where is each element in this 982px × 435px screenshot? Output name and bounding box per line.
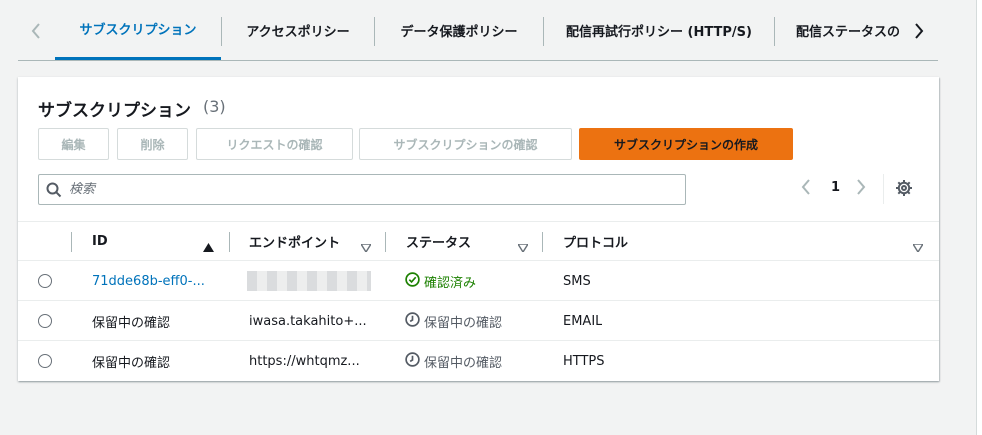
check-circle-icon	[405, 271, 420, 291]
clock-icon	[405, 351, 420, 371]
subscription-id-cell: 保留中の確認	[92, 315, 171, 331]
column-header-status[interactable]: ステータス	[406, 222, 471, 261]
status-badge: 確認済み	[405, 271, 476, 291]
column-header-endpoint[interactable]: エンドポイント	[249, 222, 340, 261]
column-divider	[229, 232, 230, 252]
pager-divider	[883, 174, 884, 204]
table-row[interactable]: 71dde68b-eff0-... 確認済み SMS	[18, 261, 939, 301]
subscription-id-link[interactable]: 71dde68b-eff0-...	[92, 261, 205, 301]
subscriptions-panel: サブスクリプション (3) 編集 削除 リクエストの確認 サブスクリプションの確…	[18, 77, 939, 381]
delete-button[interactable]: 削除	[117, 128, 188, 160]
clock-icon	[405, 311, 420, 331]
endpoint-cell: iwasa.takahito+...	[249, 313, 367, 329]
column-divider	[542, 232, 543, 252]
tab-bar: サブスクリプション アクセスポリシー データ保護ポリシー 配信再試行ポリシー (…	[18, 0, 938, 61]
search-field[interactable]	[38, 174, 686, 205]
status-cell: 保留中の確認	[405, 341, 502, 381]
chevron-left-icon[interactable]	[26, 20, 46, 42]
row-select-radio[interactable]	[38, 314, 52, 328]
sort-icon[interactable]	[911, 237, 925, 256]
tab-subscriptions[interactable]: サブスクリプション	[55, 0, 221, 60]
table-row[interactable]: 保留中の確認 iwasa.takahito+... 保留中の確認 EMAIL	[18, 301, 939, 341]
endpoint-cell: https://whtqmz...	[249, 353, 360, 369]
tab-delivery-status[interactable]: 配信ステータスの	[775, 0, 905, 60]
row-select-radio[interactable]	[38, 354, 52, 368]
status-cell: 確認済み	[405, 261, 476, 301]
tab-data-protection-policy[interactable]: データ保護ポリシー	[375, 0, 543, 60]
protocol-cell: SMS	[563, 273, 591, 289]
edit-button[interactable]: 編集	[38, 128, 109, 160]
sort-icon[interactable]	[359, 237, 373, 256]
redacted-endpoint	[247, 271, 371, 291]
row-select-radio[interactable]	[38, 274, 52, 288]
gear-icon[interactable]	[895, 179, 913, 201]
search-icon	[46, 182, 62, 202]
tab-delivery-retry-policy[interactable]: 配信再試行ポリシー (HTTP/S)	[544, 0, 774, 60]
create-subscription-button[interactable]: サブスクリプションの作成	[579, 128, 793, 160]
table-header: ID エンドポイント ステータス プロトコル	[18, 221, 939, 261]
subscription-count: (3)	[203, 97, 226, 116]
column-divider	[71, 232, 72, 252]
confirm-request-button[interactable]: リクエストの確認	[196, 128, 353, 160]
column-header-id[interactable]: ID	[92, 222, 108, 261]
protocol-cell: EMAIL	[563, 313, 603, 329]
status-badge: 保留中の確認	[405, 311, 502, 331]
page-scrollbar[interactable]	[976, 0, 982, 435]
status-cell: 保留中の確認	[405, 301, 502, 341]
protocol-cell: HTTPS	[563, 353, 605, 369]
panel-title: サブスクリプション	[38, 101, 191, 121]
current-page-number[interactable]: 1	[831, 180, 840, 195]
status-badge: 保留中の確認	[405, 351, 502, 371]
tab-access-policy[interactable]: アクセスポリシー	[222, 0, 374, 60]
column-header-protocol[interactable]: プロトコル	[563, 222, 628, 261]
endpoint-cell	[247, 261, 371, 301]
chevron-right-icon[interactable]	[909, 20, 929, 42]
next-page-icon[interactable]	[856, 179, 866, 199]
sort-icon[interactable]	[516, 237, 530, 256]
table-row[interactable]: 保留中の確認 https://whtqmz... 保留中の確認 HTTPS	[18, 341, 939, 381]
subscription-id-cell: 保留中の確認	[92, 355, 171, 371]
search-input[interactable]	[69, 175, 669, 204]
previous-page-icon[interactable]	[801, 179, 811, 199]
confirm-subscription-button[interactable]: サブスクリプションの確認	[359, 128, 572, 160]
sort-ascending-icon[interactable]	[203, 237, 214, 256]
column-divider	[385, 232, 386, 252]
